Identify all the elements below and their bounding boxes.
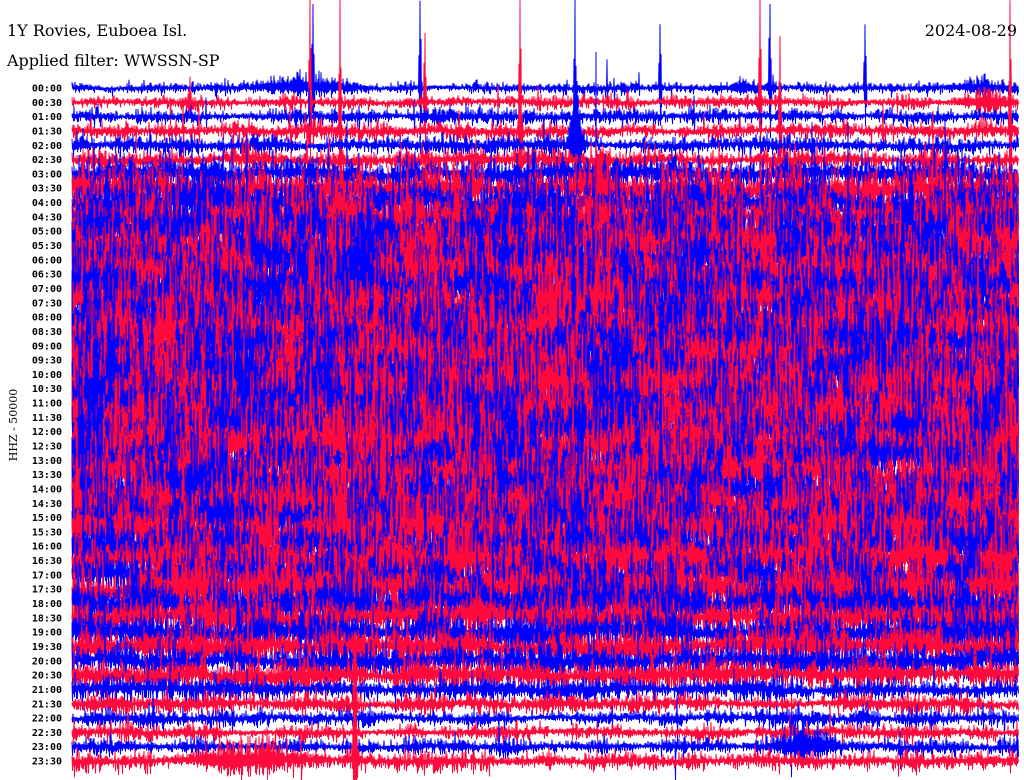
time-label-14-00: 14:00 bbox=[32, 485, 62, 496]
time-label-06-00: 06:00 bbox=[32, 255, 62, 266]
time-label-02-00: 02:00 bbox=[32, 141, 62, 152]
time-label-02-30: 02:30 bbox=[32, 155, 62, 166]
time-label-09-30: 09:30 bbox=[32, 356, 62, 367]
time-label-00-30: 00:30 bbox=[32, 98, 62, 109]
time-label-19-30: 19:30 bbox=[32, 642, 62, 653]
time-label-12-00: 12:00 bbox=[32, 427, 62, 438]
time-label-11-30: 11:30 bbox=[32, 413, 62, 424]
helicorder-plot: 00:00 00:30 01:00 01:30 02:00 02:30 03:00 03:30… bbox=[6, 0, 1019, 780]
time-label-04-30: 04:30 bbox=[32, 212, 62, 223]
time-label-06-30: 06:30 bbox=[32, 270, 62, 281]
time-label-01-00: 01:00 bbox=[32, 112, 62, 123]
time-label-18-00: 18:00 bbox=[32, 599, 62, 610]
time-label-10-30: 10:30 bbox=[32, 384, 62, 395]
time-label-21-30: 21:30 bbox=[32, 699, 62, 710]
time-label-05-30: 05:30 bbox=[32, 241, 62, 252]
time-label-21-00: 21:00 bbox=[32, 685, 62, 696]
seismic-traces bbox=[71, 0, 1019, 780]
time-label-23-30: 23:30 bbox=[32, 757, 62, 768]
time-label-12-30: 12:30 bbox=[32, 442, 62, 453]
date-label: 2024-08-29 bbox=[925, 21, 1017, 40]
time-label-20-00: 20:00 bbox=[32, 656, 62, 667]
time-label-17-00: 17:00 bbox=[32, 570, 62, 581]
time-label-05-00: 05:00 bbox=[32, 227, 62, 238]
time-label-22-00: 22:00 bbox=[32, 714, 62, 725]
time-label-01-30: 01:30 bbox=[32, 127, 62, 138]
station-title: 1Y Rovies, Euboea Isl. bbox=[7, 21, 187, 40]
time-label-11-00: 11:00 bbox=[32, 399, 62, 410]
time-label-19-00: 19:00 bbox=[32, 628, 62, 639]
time-label-20-30: 20:30 bbox=[32, 671, 62, 682]
time-label-10-00: 10:00 bbox=[32, 370, 62, 381]
time-label-23-00: 23:00 bbox=[32, 742, 62, 753]
time-label-15-30: 15:30 bbox=[32, 527, 62, 538]
time-label-22-30: 22:30 bbox=[32, 728, 62, 739]
time-label-07-30: 07:30 bbox=[32, 298, 62, 309]
time-axis-labels: 00:00 00:30 01:00 01:30 02:00 02:30 03:00 03:30… bbox=[32, 84, 62, 768]
time-label-17-30: 17:30 bbox=[32, 585, 62, 596]
time-label-16-30: 16:30 bbox=[32, 556, 62, 567]
helicorder-display: 00:00 00:30 01:00 01:30 02:00 02:30 03:00 03:30… bbox=[0, 0, 1024, 780]
time-label-13-00: 13:00 bbox=[32, 456, 62, 467]
time-label-13-30: 13:30 bbox=[32, 470, 62, 481]
y-axis-label: HHZ - 50000 bbox=[7, 389, 20, 462]
time-label-03-30: 03:30 bbox=[32, 184, 62, 195]
time-label-00-00: 00:00 bbox=[32, 84, 62, 95]
time-label-08-30: 08:30 bbox=[32, 327, 62, 338]
time-label-03-00: 03:00 bbox=[32, 169, 62, 180]
time-label-16-00: 16:00 bbox=[32, 542, 62, 553]
time-label-07-00: 07:00 bbox=[32, 284, 62, 295]
time-label-09-00: 09:00 bbox=[32, 341, 62, 352]
time-label-04-00: 04:00 bbox=[32, 198, 62, 209]
filter-label: Applied filter: WWSSN-SP bbox=[6, 51, 220, 70]
time-label-08-00: 08:00 bbox=[32, 313, 62, 324]
time-label-14-30: 14:30 bbox=[32, 499, 62, 510]
time-label-18-30: 18:30 bbox=[32, 613, 62, 624]
time-label-15-00: 15:00 bbox=[32, 513, 62, 524]
